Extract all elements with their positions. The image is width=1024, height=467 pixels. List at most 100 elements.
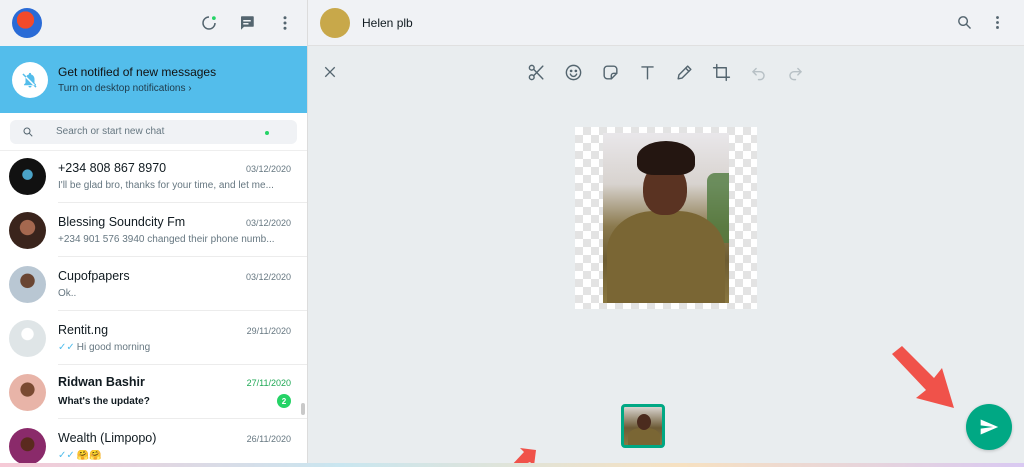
chat-name: Rentit.ng [58, 322, 109, 337]
close-editor-button[interactable] [322, 64, 340, 82]
draw-tool-button[interactable] [674, 62, 694, 82]
media-editor-pane: Helen plb [308, 0, 1024, 467]
chat-date: 29/11/2020 [246, 325, 291, 336]
avatar [9, 427, 46, 465]
sticker-tool-button[interactable] [600, 62, 620, 82]
undo-icon [751, 67, 765, 80]
scissors-icon [528, 64, 544, 80]
avatar [9, 319, 46, 357]
chat-item-body: Rentit.ng 29/11/2020 ✓✓ Hi good morning [58, 311, 307, 365]
undo-button[interactable] [748, 62, 768, 82]
text-icon [640, 65, 654, 80]
unread-badge: 2 [277, 394, 291, 408]
redo-icon [788, 67, 802, 80]
editor-toolbar [308, 60, 1024, 86]
chat-preview-text: Hi good morning [76, 341, 151, 353]
avatar [9, 373, 46, 411]
chat-preview: I'll be glad bro, thanks for your time, … [58, 179, 274, 191]
chat-list: +234 808 867 8970 03/12/2020 I'll be glad… [0, 149, 307, 467]
chat-date: 03/12/2020 [245, 217, 291, 228]
chat-preview: ✓✓ Hi good morning [58, 342, 150, 353]
chat-preview: What's the update? [58, 395, 150, 407]
new-chat-button[interactable] [237, 13, 257, 33]
chat-name: +234 808 867 8970 [58, 160, 167, 175]
text-tool-button[interactable] [637, 62, 657, 82]
sidebar-header-icons [199, 13, 295, 33]
chat-list-scrollbar[interactable] [301, 403, 305, 415]
thumbnail-head-shape [637, 414, 651, 430]
cut-tool-button[interactable] [526, 62, 546, 82]
bell-off-icon [22, 72, 37, 88]
contact-avatar[interactable] [320, 7, 350, 38]
chat-name: Blessing Soundcity Fm [58, 214, 186, 229]
chat-date: 26/11/2020 [246, 433, 291, 444]
chat-item[interactable]: Rentit.ng 29/11/2020 ✓✓ Hi good morning [0, 311, 307, 365]
read-ticks-icon: ✓✓ [58, 449, 75, 461]
notification-text: Get notified of new messages Turn on des… [58, 65, 216, 94]
preview-photo [603, 133, 729, 303]
chat-item[interactable]: Ridwan Bashir 27/11/2020 What's the updat… [0, 365, 307, 419]
status-button[interactable] [199, 13, 219, 33]
send-icon [980, 419, 999, 435]
chat-preview: ✓✓ 🤗🤗 [58, 450, 102, 461]
chat-item[interactable]: Blessing Soundcity Fm 03/12/2020 +234 901… [0, 203, 307, 257]
chat-item[interactable]: +234 808 867 8970 03/12/2020 I'll be glad… [0, 149, 307, 203]
sidebar-menu-button[interactable] [275, 13, 295, 33]
sidebar: Get notified of new messages Turn on des… [0, 0, 308, 467]
avatar [9, 211, 46, 249]
sticker-icon [602, 64, 618, 80]
crop-tool-button[interactable] [711, 62, 731, 82]
avatar [9, 265, 46, 303]
photo-body-shape [607, 211, 725, 303]
search-icon [23, 127, 33, 137]
chat-item-body: Blessing Soundcity Fm 03/12/2020 +234 901… [58, 203, 307, 257]
chat-preview-text: 🤗🤗 [76, 449, 102, 461]
chat-item-body: Wealth (Limpopo) 26/11/2020 ✓✓ 🤗🤗 [58, 419, 307, 467]
search-input[interactable] [56, 126, 256, 137]
chat-name: Wealth (Limpopo) [58, 430, 157, 445]
search-box [10, 119, 297, 144]
image-preview-canvas[interactable] [575, 127, 757, 309]
conversation-header-icons [956, 14, 1006, 31]
redo-button[interactable] [785, 62, 805, 82]
status-icon [202, 16, 216, 30]
media-thumbnail[interactable] [621, 404, 665, 448]
my-avatar[interactable] [12, 8, 42, 38]
editor-tools [526, 62, 805, 82]
conversation-header: Helen plb [308, 0, 1024, 46]
kebab-menu-icon[interactable] [989, 14, 1006, 31]
chat-name: Cupofpapers [58, 268, 130, 283]
chat-preview: Ok.. [58, 287, 77, 299]
kebab-menu-icon [283, 16, 287, 30]
search-indicator-dot [265, 130, 269, 135]
chat-date: 03/12/2020 [245, 271, 291, 282]
search-icon[interactable] [956, 14, 973, 31]
crop-icon [712, 63, 730, 81]
read-ticks-icon: ✓✓ [58, 341, 75, 353]
chat-date: 03/12/2020 [245, 163, 291, 174]
chat-item[interactable]: Wealth (Limpopo) 26/11/2020 ✓✓ 🤗🤗 [0, 419, 307, 467]
send-button[interactable] [966, 404, 1012, 450]
chat-item-body: Cupofpapers 03/12/2020 Ok.. [58, 257, 307, 311]
close-icon [324, 66, 336, 78]
notification-banner[interactable]: Get notified of new messages Turn on des… [0, 46, 307, 113]
photo-hair-shape [637, 141, 695, 175]
pencil-icon [676, 64, 692, 80]
chat-name: Ridwan Bashir [58, 375, 145, 389]
notification-subtitle-link[interactable]: Turn on desktop notifications › [58, 83, 216, 94]
message-icon [241, 16, 254, 30]
chat-item-body: +234 808 867 8970 03/12/2020 I'll be glad… [58, 149, 307, 203]
chat-item[interactable]: Cupofpapers 03/12/2020 Ok.. [0, 257, 307, 311]
search-bar [0, 113, 307, 151]
annotation-arrow [892, 346, 954, 408]
notification-title: Get notified of new messages [58, 65, 217, 79]
emoji-icon [565, 64, 581, 80]
bottom-decoration-strip [0, 463, 1024, 467]
sidebar-header [0, 0, 307, 46]
contact-name[interactable]: Helen plb [362, 16, 413, 30]
chat-date: 27/11/2020 [246, 378, 291, 388]
thumbnail-body-shape [628, 428, 660, 445]
notification-bell-circle [12, 61, 48, 98]
emoji-tool-button[interactable] [563, 62, 583, 82]
chat-item-body: Ridwan Bashir 27/11/2020 What's the updat… [58, 365, 307, 419]
